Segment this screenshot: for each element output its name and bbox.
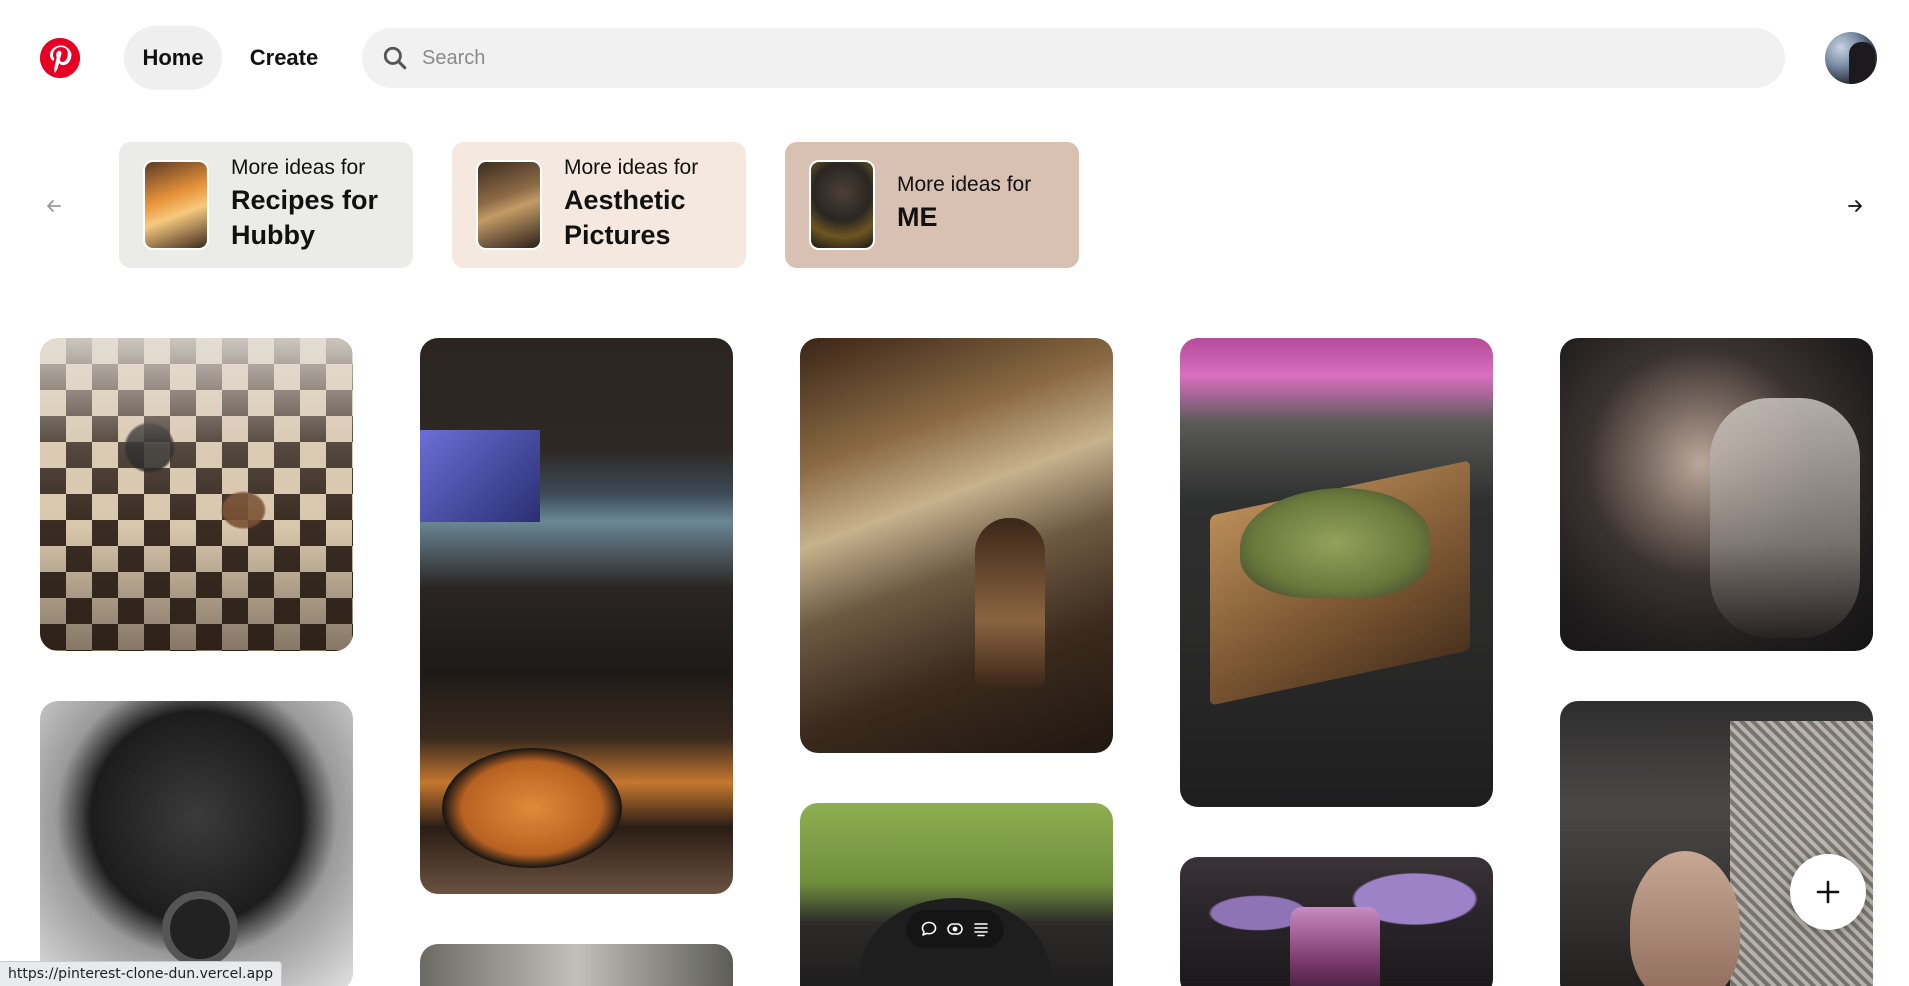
pinterest-logo-icon[interactable] bbox=[40, 38, 80, 78]
idea-card-title: ME bbox=[897, 202, 938, 233]
pin-person-with-camera-bw[interactable] bbox=[40, 701, 353, 986]
pin-matcha-cake-on-board[interactable] bbox=[1180, 338, 1493, 807]
pin-fantasy-couple-portrait[interactable] bbox=[1560, 338, 1873, 651]
pin-black-dog-on-grass[interactable] bbox=[800, 803, 1113, 986]
visibility-icon[interactable] bbox=[946, 920, 964, 938]
idea-card-title: Recipes for Hubby bbox=[231, 184, 379, 251]
pin-pasta-dinner-with-wine[interactable] bbox=[420, 338, 733, 894]
idea-card-thumbnail bbox=[476, 160, 542, 250]
idea-card-prefix: More ideas for bbox=[564, 155, 699, 179]
search-input[interactable] bbox=[422, 46, 1722, 70]
pin-chess-board[interactable] bbox=[40, 338, 353, 651]
arrow-right-icon bbox=[1848, 200, 1862, 212]
plus-icon bbox=[1816, 880, 1840, 904]
search-icon bbox=[383, 46, 407, 70]
nav-create-button[interactable]: Create bbox=[230, 26, 338, 90]
top-navigation-bar: Home Create bbox=[0, 0, 1909, 116]
pin-woman-in-rainy-cafe-painting[interactable] bbox=[800, 338, 1113, 753]
pin-lilac-birthday-cake[interactable] bbox=[1180, 857, 1493, 986]
user-avatar[interactable] bbox=[1825, 32, 1877, 84]
nav-home-button[interactable]: Home bbox=[124, 26, 222, 90]
arrow-left-icon bbox=[47, 200, 61, 212]
idea-card-me[interactable]: More ideas for ME bbox=[785, 142, 1079, 268]
pin-action-toolbar bbox=[906, 910, 1004, 948]
idea-card-prefix: More ideas for bbox=[231, 155, 366, 179]
search-bar[interactable] bbox=[362, 28, 1785, 88]
carousel-next-button[interactable] bbox=[1839, 190, 1871, 222]
idea-card-title: Aesthetic Pictures bbox=[564, 184, 686, 251]
idea-card-recipes-for-hubby[interactable]: More ideas for Recipes for Hubby bbox=[119, 142, 413, 268]
idea-card-aesthetic-pictures[interactable]: More ideas for Aesthetic Pictures bbox=[452, 142, 746, 268]
pinterest-logo-glyph bbox=[40, 38, 80, 78]
idea-card-thumbnail bbox=[143, 160, 209, 250]
comment-icon[interactable] bbox=[920, 920, 938, 938]
idea-card-prefix: More ideas for bbox=[897, 173, 1032, 197]
idea-card-thumbnail bbox=[809, 160, 875, 250]
pin-waterfall[interactable] bbox=[420, 944, 733, 986]
create-pin-fab[interactable] bbox=[1790, 854, 1866, 930]
menu-lines-icon[interactable] bbox=[972, 920, 990, 938]
carousel-prev-button[interactable] bbox=[38, 190, 70, 222]
browser-status-url: https://pinterest-clone-dun.vercel.app bbox=[0, 961, 282, 986]
pin-queen-with-crown[interactable] bbox=[1560, 701, 1873, 986]
